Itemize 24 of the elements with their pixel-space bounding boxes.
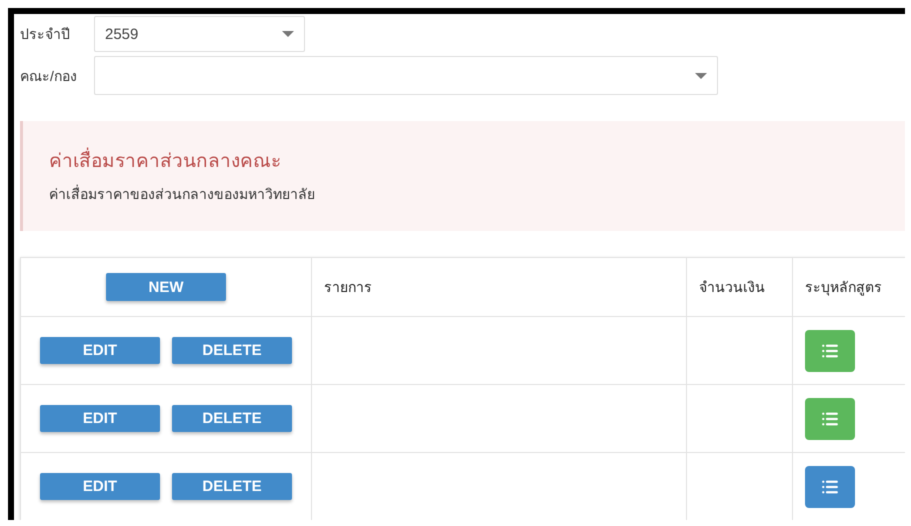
- list-icon: [821, 410, 839, 428]
- dropdown[interactable]: 2559: [94, 16, 305, 52]
- field-label: ประจำปี: [20, 25, 71, 44]
- caret-icon: [695, 72, 707, 78]
- alert-text: ค่าเสื่อมราคาของส่วนกลางของมหาวิทยาลัย: [49, 184, 316, 204]
- list-button[interactable]: [805, 466, 855, 508]
- edit-button[interactable]: EDIT: [40, 405, 160, 432]
- delete-button[interactable]: DELETE: [172, 337, 292, 364]
- column-header: รายการ: [324, 279, 372, 295]
- list-button[interactable]: [805, 330, 855, 372]
- column-header: จำนวนเงิน: [699, 279, 765, 295]
- dropdown[interactable]: [94, 56, 718, 95]
- delete-button[interactable]: DELETE: [172, 473, 292, 500]
- new-button[interactable]: NEW: [106, 273, 226, 301]
- edit-button[interactable]: EDIT: [40, 473, 160, 500]
- delete-button[interactable]: DELETE: [172, 405, 292, 432]
- list-button[interactable]: [805, 398, 855, 440]
- caret-icon: [282, 31, 294, 37]
- alert-title: ค่าเสื่อมราคาส่วนกลางคณะ: [49, 145, 879, 175]
- column-header: ระบุหลักสูตร: [805, 279, 882, 295]
- list-icon: [821, 478, 839, 496]
- list-icon: [821, 342, 839, 360]
- edit-button[interactable]: EDIT: [40, 337, 160, 364]
- field-label: คณะ/กอง: [20, 66, 78, 86]
